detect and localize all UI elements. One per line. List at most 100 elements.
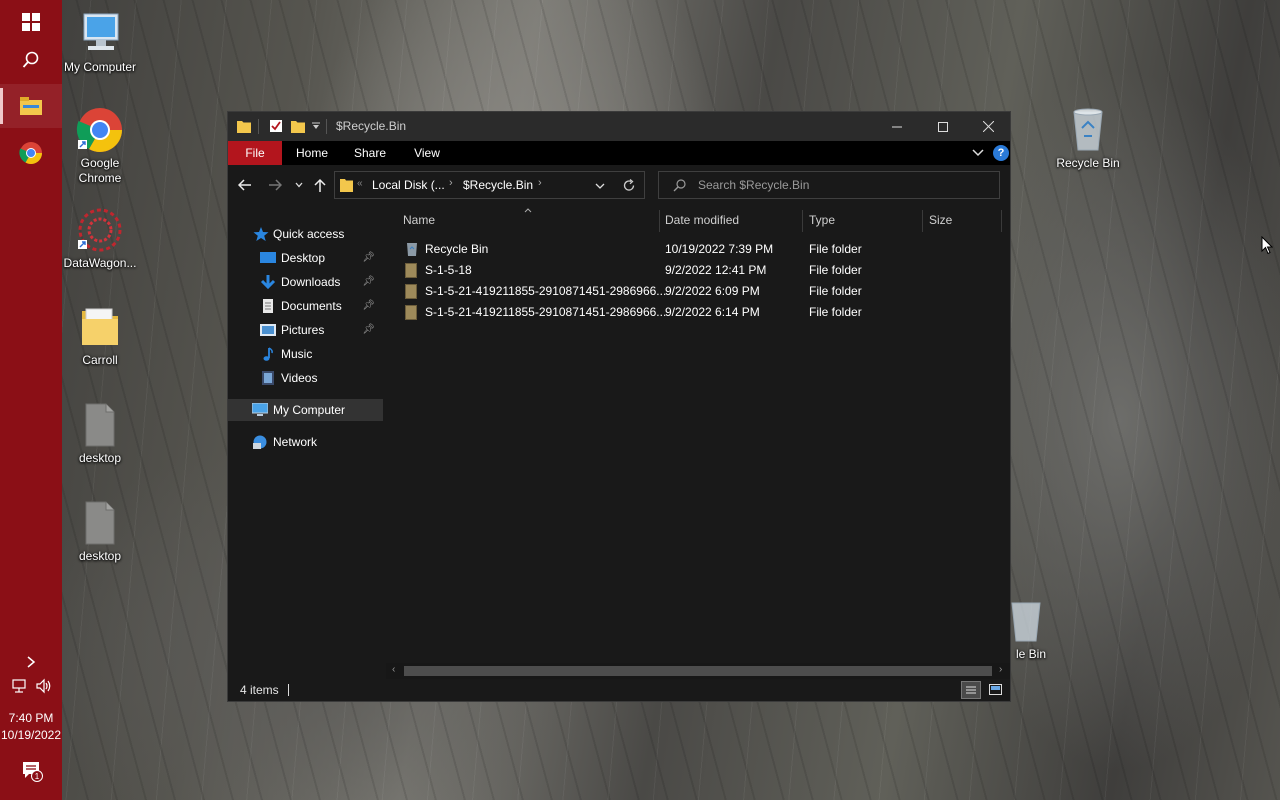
table-row[interactable]: S-1-5-21-419211855-2910871451-2986966...… [386,302,1010,323]
scroll-right-icon[interactable]: › [999,664,1002,675]
desktop-icon [260,252,276,263]
column-divider[interactable] [922,210,923,232]
file-name: S-1-5-21-419211855-2910871451-2986966... [425,284,667,298]
desktop-icon-carroll[interactable]: Carroll [60,303,140,368]
desktop-icon-label: My Computer [63,60,137,74]
details-view-button[interactable] [961,681,981,699]
computer-icon [252,403,268,416]
column-header-size[interactable]: Size [929,206,999,234]
volume-icon[interactable] [35,677,53,695]
desktop-icon-recycle-bin[interactable]: Recycle Bin [1048,106,1128,171]
clock-time[interactable]: 7:40 PM [0,710,62,726]
file-type: File folder [809,263,862,277]
column-divider[interactable] [802,210,803,232]
tab-share[interactable]: Share [344,141,396,165]
new-folder-icon[interactable] [291,119,305,133]
refresh-icon[interactable] [623,179,636,192]
nav-quick-access[interactable]: Quick access [228,223,383,245]
taskbar-chrome[interactable] [0,131,62,175]
scroll-left-icon[interactable]: ‹ [392,664,395,675]
address-bar[interactable]: « Local Disk (... › $Recycle.Bin › [334,171,645,199]
up-icon[interactable] [314,178,326,192]
clock-date[interactable]: 10/19/2022 [0,727,62,743]
table-row[interactable]: S-1-5-18 9/2/2022 12:41 PM File folder [386,260,1010,281]
back-icon[interactable] [238,179,252,191]
column-divider[interactable] [1001,210,1002,232]
breadcrumb-local-disk[interactable]: Local Disk (... [372,178,445,192]
scrollbar-thumb[interactable] [404,666,992,676]
download-icon [260,275,276,289]
search-input[interactable]: Search $Recycle.Bin [658,171,1000,199]
nav-item-pictures[interactable]: Pictures 📌︎ [228,319,383,341]
divider [258,119,259,134]
overflow-chevron-icon[interactable]: « [357,178,363,189]
taskbar: 7:40 PM 10/19/2022 1 [0,0,62,800]
column-header-type[interactable]: Type [809,206,919,234]
mouse-cursor-icon [1261,236,1273,255]
address-row: « Local Disk (... › $Recycle.Bin › Searc… [228,165,1010,205]
breadcrumb-recycle-bin[interactable]: $Recycle.Bin [463,178,533,192]
recent-locations-icon[interactable] [295,182,303,188]
divider [326,119,327,134]
breadcrumb-separator-icon[interactable]: › [449,177,453,189]
address-history-icon[interactable] [595,183,605,189]
title-bar[interactable]: $Recycle.Bin [228,112,1010,141]
folder-icon [405,305,417,320]
customize-quick-access-icon[interactable] [312,122,320,130]
nav-network[interactable]: Network [228,431,383,453]
pin-icon[interactable]: 📌︎ [362,295,375,317]
properties-icon[interactable] [269,119,283,133]
column-header-name[interactable]: Name [403,206,653,234]
divider [288,684,289,696]
maximize-icon [938,121,948,132]
column-divider[interactable] [659,210,660,232]
action-center-button[interactable]: 1 [21,760,43,782]
minimize-button[interactable] [874,112,920,141]
table-row[interactable]: S-1-5-21-419211855-2910871451-2986966...… [386,281,1010,302]
nav-item-desktop[interactable]: Desktop 📌︎ [228,247,383,269]
nav-item-downloads[interactable]: Downloads 📌︎ [228,271,383,293]
desktop-icon-label: DataWagon... [63,256,137,270]
column-header-date-modified[interactable]: Date modified [665,206,795,234]
tab-view[interactable]: View [402,141,452,165]
help-icon[interactable]: ? [993,145,1009,161]
maximize-button[interactable] [920,112,966,141]
desktop-icon-google-chrome[interactable]: Google Chrome [60,106,140,186]
search-placeholder: Search $Recycle.Bin [698,178,810,192]
pin-icon[interactable]: 📌︎ [362,247,375,269]
folder-icon [340,179,353,192]
nav-label: Music [281,347,313,361]
nav-item-videos[interactable]: Videos [228,367,383,389]
window-title: $Recycle.Bin [336,119,407,133]
notification-count: 1 [35,772,40,781]
nav-my-computer[interactable]: My Computer [228,399,383,421]
large-icons-view-button[interactable] [986,681,1006,699]
network-icon [253,435,267,449]
expand-ribbon-icon[interactable] [972,149,984,157]
desktop-icon-label: Recycle Bin [1056,156,1120,170]
nav-item-music[interactable]: Music [228,343,383,365]
tab-home[interactable]: Home [286,141,338,165]
breadcrumb-separator-icon[interactable]: › [538,177,542,189]
desktop-icon-desktop-2[interactable]: desktop [60,499,140,564]
nav-item-documents[interactable]: Documents 📌︎ [228,295,383,317]
horizontal-scrollbar[interactable]: ‹ › [386,663,1010,679]
recycle-bin-icon [1064,106,1112,154]
file-name: S-1-5-21-419211855-2910871451-2986966... [425,305,667,319]
forward-icon[interactable] [268,179,282,191]
nav-label: Videos [281,371,318,385]
table-row[interactable]: Recycle Bin 10/19/2022 7:39 PM File fold… [386,239,1010,260]
desktop-icon-datawagon[interactable]: DataWagon... [60,206,140,271]
pin-icon[interactable]: 📌︎ [362,271,375,293]
star-icon [253,227,269,241]
desktop-icon-desktop-1[interactable]: desktop [60,401,140,466]
desktop-icon-my-computer[interactable]: My Computer [60,10,140,75]
desktop-icon-label: desktop [78,451,122,465]
pin-icon[interactable]: 📌︎ [362,319,375,341]
tab-file[interactable]: File [228,141,282,165]
close-button[interactable] [965,112,1011,141]
network-icon[interactable] [12,677,30,695]
search-button[interactable] [0,38,62,82]
status-bar: 4 items [228,679,1010,701]
taskbar-file-explorer[interactable] [0,84,62,128]
